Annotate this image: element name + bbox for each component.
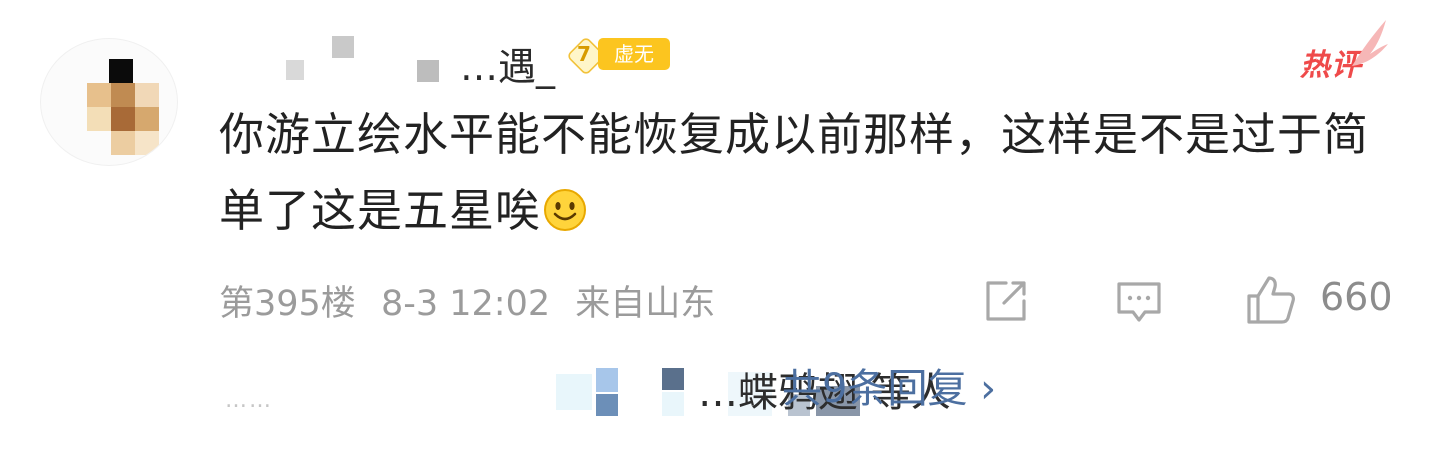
avatar-pixel [111,107,135,131]
username-blur [332,36,354,58]
comment-body: 你游立绘水平能不能恢复成以前那样，这样是不是过于简单了这是五星唉 [219,108,1370,237]
comment-time: 8-3 12:02 [380,284,551,324]
level-title: 虚无 [598,38,670,70]
avatar-pixel [111,131,135,155]
thumbs-up-icon[interactable] [1245,274,1297,326]
comment-text: 你游立绘水平能不能恢复成以前那样，这样是不是过于简单了这是五星唉 [219,97,1404,249]
level-badge[interactable]: 7 虚无 [566,36,672,76]
reply-name-blur [596,368,618,392]
avatar-pixel [135,131,159,155]
reply-name-blur [662,368,684,390]
avatar[interactable] [40,38,178,166]
ip-location: 来自山东 [575,284,716,324]
username-blur [286,60,304,80]
avatar-pixel [135,107,159,131]
like-count: 660 [1320,275,1393,319]
username-text: …遇_ [460,45,556,89]
level-number: 7 [577,42,591,66]
reply-name-blur [662,392,684,416]
username-blur [417,60,439,82]
avatar-pixel [109,59,133,83]
comment-icon[interactable] [1115,278,1163,324]
smile-emoji-icon [544,189,587,231]
floor-number: 第395楼 [219,284,356,324]
comment-meta: 第395楼 8-3 12:02 来自山东 [219,275,729,326]
avatar-pixel [87,83,111,107]
reply-preview[interactable]: …… …蝶鸦翅 等人 共9条回复 › [220,360,1080,420]
avatar-pixel [135,83,159,107]
share-icon[interactable] [982,278,1030,324]
reply-name-blur [596,394,618,416]
more-replies-link[interactable]: 共9条回复 › [782,356,996,414]
hot-wing-icon [1352,20,1388,66]
reply-dots: …… [225,388,273,413]
reply-name-blur [556,374,592,410]
username[interactable]: …遇_ [282,36,567,89]
avatar-pixel [111,83,135,107]
avatar-pixel [87,107,111,131]
